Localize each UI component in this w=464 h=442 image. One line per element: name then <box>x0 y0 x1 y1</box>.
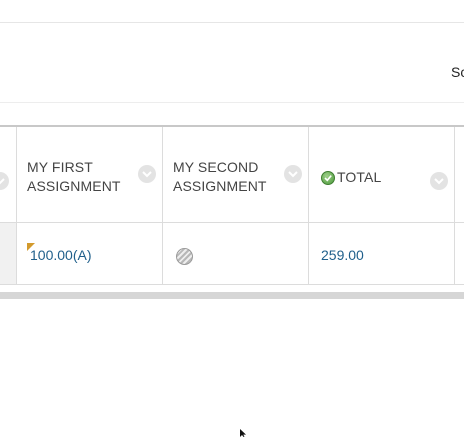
check-circle-icon <box>321 170 335 185</box>
column-partial-right <box>455 127 464 285</box>
column-header-partial <box>0 127 16 223</box>
column-header-first-assignment[interactable]: My First Assignment <box>17 127 162 223</box>
grade-grid: My First Assignment 100.00(A) My Second … <box>0 125 464 285</box>
column-total: Total 259.00 <box>309 127 455 285</box>
column-my-first-assignment: My First Assignment 100.00(A) <box>17 127 163 285</box>
mouse-cursor-icon <box>240 424 248 442</box>
column-partial-left <box>0 127 17 285</box>
grid-cell-total[interactable]: 259.00 <box>309 223 454 285</box>
grid-cell-second-assignment[interactable] <box>163 223 308 285</box>
column-my-second-assignment: My Second Assignment <box>163 127 309 285</box>
column-header-total-label: Total <box>321 168 431 187</box>
grid-cell-partial <box>455 223 464 285</box>
grid-cell-first-assignment[interactable]: 100.00(A) <box>17 223 162 285</box>
horizontal-scrollbar[interactable] <box>0 292 464 299</box>
grid-cell-partial <box>0 223 16 285</box>
column-header-label: My First Assignment <box>27 159 121 194</box>
column-header-second-assignment[interactable]: My Second Assignment <box>163 127 308 223</box>
column-header-total[interactable]: Total <box>309 127 454 223</box>
chevron-down-icon[interactable] <box>430 172 448 190</box>
toolbar-cut-label[interactable]: Sc <box>451 64 464 80</box>
chevron-down-icon[interactable] <box>0 172 9 190</box>
mid-divider <box>0 102 464 103</box>
chevron-down-icon[interactable] <box>138 165 156 183</box>
total-value-link[interactable]: 259.00 <box>321 247 364 263</box>
grade-value-link[interactable]: 100.00(A) <box>30 247 91 263</box>
chevron-down-icon[interactable] <box>284 165 302 183</box>
column-header-partial <box>455 127 464 223</box>
hatched-circle-icon <box>176 248 193 265</box>
column-header-label: My Second Assignment <box>173 159 267 194</box>
column-header-label: Total <box>337 169 382 185</box>
top-divider <box>0 22 464 23</box>
